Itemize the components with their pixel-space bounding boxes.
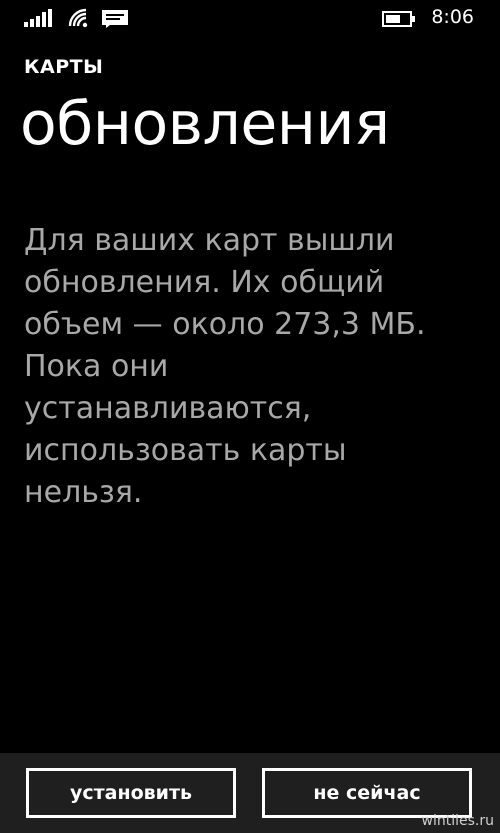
clock: 8:06 (431, 6, 474, 28)
message-icon (102, 10, 128, 32)
watermark: wintiles.ru (421, 813, 494, 829)
install-button[interactable]: установить (26, 768, 236, 818)
status-bar: 8:06 (0, 0, 500, 36)
battery-icon (382, 11, 416, 31)
app-bar: установить не сейчас wintiles.ru (0, 753, 500, 833)
app-title: КАРТЫ (24, 56, 104, 78)
not-now-button[interactable]: не сейчас (262, 768, 472, 818)
wifi-icon (68, 8, 90, 32)
page-title: обновления (20, 89, 390, 159)
signal-icon (24, 9, 54, 31)
update-message: Для ваших карт вышли обновления. Их общи… (24, 223, 426, 510)
